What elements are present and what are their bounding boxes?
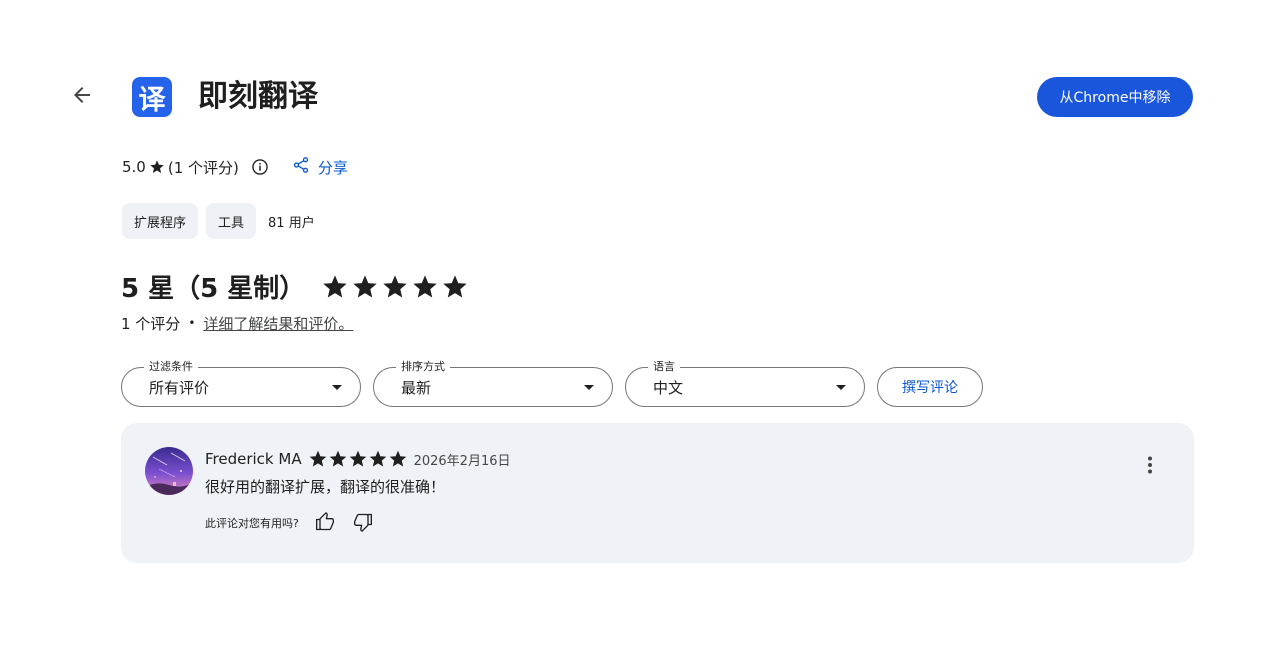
star-icon xyxy=(329,450,346,467)
star-icon xyxy=(149,159,165,175)
user-count: 81 用户 xyxy=(268,215,315,231)
category-chips: 扩展程序 工具 81 用户 xyxy=(122,203,315,239)
star-icon xyxy=(353,274,377,297)
filter-label: 过滤条件 xyxy=(144,360,198,374)
share-label: 分享 xyxy=(317,158,348,177)
separator-dot: • xyxy=(188,316,196,330)
review-date: 2026年2月16日 xyxy=(413,453,511,469)
remove-from-chrome-button[interactable]: 从Chrome中移除 xyxy=(1037,77,1193,117)
avatar xyxy=(145,447,193,495)
sort-select[interactable]: 排序方式 最新 xyxy=(373,360,613,407)
summary-count: 1 个评分 xyxy=(121,314,181,333)
filter-select[interactable]: 过滤条件 所有评价 xyxy=(121,360,361,407)
filter-value: 所有评价 xyxy=(149,379,210,397)
arrow-back-icon xyxy=(70,83,94,112)
star-icon xyxy=(369,450,386,467)
helpful-row: 此评论对您有用吗? xyxy=(205,511,373,535)
dropdown-arrow-icon xyxy=(836,385,846,390)
thumbs-down-button[interactable] xyxy=(353,512,373,535)
star-icon xyxy=(349,450,366,467)
rating-summary: 5.0 (1 个评分) 分享 xyxy=(122,154,348,180)
info-icon[interactable] xyxy=(250,157,270,177)
app-icon: 译 xyxy=(132,77,172,117)
language-select[interactable]: 语言 中文 xyxy=(625,360,865,407)
more-vert-icon xyxy=(1138,453,1162,482)
review-author: Frederick MA xyxy=(205,450,302,468)
share-icon xyxy=(292,156,310,178)
thumbs-up-button[interactable] xyxy=(315,511,335,535)
rating-count: (1 个评分) xyxy=(167,158,239,177)
star-icon xyxy=(413,274,437,297)
back-button[interactable] xyxy=(62,77,102,117)
app-title: 即刻翻译 xyxy=(198,79,318,114)
star-icon xyxy=(383,274,407,297)
more-options-button[interactable] xyxy=(1138,455,1162,479)
dropdown-arrow-icon xyxy=(332,385,342,390)
dropdown-arrow-icon xyxy=(584,385,594,390)
helpful-prompt: 此评论对您有用吗? xyxy=(205,517,299,530)
thumbs-up-icon xyxy=(315,511,335,535)
review-card: Frederick MA 2026年2月16日 很好用的翻译扩展，翻译的很准确！… xyxy=(121,423,1194,563)
review-text: 很好用的翻译扩展，翻译的很准确！ xyxy=(205,478,446,496)
review-stars xyxy=(308,449,408,469)
write-review-button[interactable]: 撰写评论 xyxy=(877,367,983,407)
review-header: Frederick MA 2026年2月16日 xyxy=(205,448,511,470)
language-value: 中文 xyxy=(653,379,684,397)
summary-row: 1 个评分 • 详细了解结果和评价。 xyxy=(121,312,353,334)
rating-score: 5.0 xyxy=(122,158,146,176)
thumbs-down-icon xyxy=(353,512,373,535)
sort-label: 排序方式 xyxy=(396,360,450,374)
share-button[interactable]: 分享 xyxy=(292,156,348,178)
reviews-heading: 5 星（5 星制） xyxy=(121,268,471,305)
chip-tools[interactable]: 工具 xyxy=(206,203,257,239)
star-icon xyxy=(309,450,326,467)
learn-more-link[interactable]: 详细了解结果和评价。 xyxy=(203,313,353,334)
chip-extension[interactable]: 扩展程序 xyxy=(122,203,199,239)
star-icon xyxy=(389,450,406,467)
language-label: 语言 xyxy=(648,360,680,374)
reviews-heading-text: 5 星（5 星制） xyxy=(121,274,306,304)
summary-stars xyxy=(321,273,471,301)
sort-value: 最新 xyxy=(401,379,432,397)
star-icon xyxy=(443,274,467,297)
star-icon xyxy=(323,274,347,297)
